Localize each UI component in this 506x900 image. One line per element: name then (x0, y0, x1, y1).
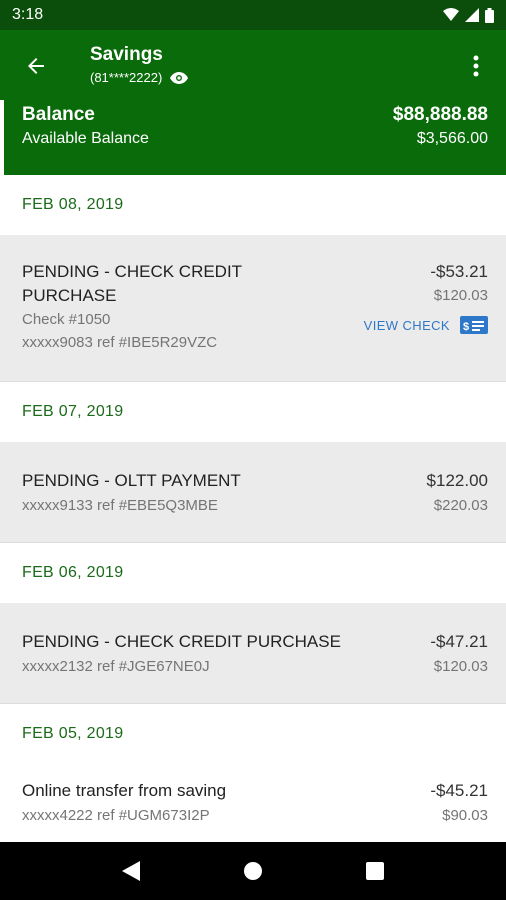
transaction-amount: -$47.21 (430, 632, 488, 651)
account-number-row: (81****2222) (90, 70, 189, 85)
back-button[interactable] (16, 46, 56, 86)
transaction-row[interactable]: PENDING - CHECK CREDIT PURCHASE xxxxx213… (0, 603, 506, 704)
check-image-icon: $ (460, 316, 488, 334)
status-bar: 3:18 (0, 0, 506, 30)
transaction-description: PENDING - CHECK CREDIT PURCHASE (22, 632, 341, 651)
view-check-label: VIEW CHECK (363, 317, 450, 333)
date-header: FEB 07, 2019 (0, 382, 506, 442)
transaction-reference: xxxxx9133 ref #EBE5Q3MBE (22, 497, 218, 514)
wifi-icon (443, 8, 459, 21)
title-block: Savings (81****2222) (90, 44, 189, 85)
transaction-reference: xxxxx2132 ref #JGE67NE0J (22, 658, 210, 675)
transaction-amounts: -$53.21 $120.03 VIEW CHECK $ (364, 260, 488, 334)
transaction-details: PENDING - CHECK CREDIT PURCHASE Check #1… (22, 260, 242, 353)
transaction-list[interactable]: FEB 08, 2019 PENDING - CHECK CREDIT PURC… (0, 175, 506, 842)
transaction-amount: -$45.21 (430, 781, 488, 800)
available-balance-row: Available Balance $3,566.00 (22, 130, 488, 148)
running-balance: $90.03 (442, 807, 488, 824)
transaction-row[interactable]: PENDING - CHECK CREDIT PURCHASE Check #1… (0, 235, 506, 382)
transaction-description: Online transfer from saving (22, 781, 227, 800)
running-balance: $120.03 (433, 658, 488, 675)
available-balance-label: Available Balance (22, 130, 149, 147)
signal-icon (465, 8, 479, 22)
transaction-description: PENDING - OLTT PAYMENT (22, 471, 241, 490)
transaction-reference: xxxxx4222 ref #UGM673I2P (22, 807, 210, 824)
more-options-button[interactable] (458, 48, 494, 84)
transaction-details: PENDING - CHECK CREDIT PURCHASE xxxxx213… (22, 630, 341, 677)
running-balance: $220.03 (433, 497, 488, 514)
more-vert-icon (473, 55, 479, 77)
transaction-details: Online transfer from saving xxxxx4222 re… (22, 779, 226, 826)
battery-icon (485, 7, 494, 23)
transaction-amount: -$53.21 (430, 262, 488, 281)
balance-panel: Balance $88,888.88 Available Balance $3,… (0, 100, 506, 175)
date-header: FEB 08, 2019 (0, 175, 506, 235)
transaction-amounts: $122.00 $220.03 (427, 469, 488, 516)
eye-icon (170, 71, 189, 84)
account-number: (81****2222) (90, 70, 163, 85)
nav-recents-button[interactable] (353, 849, 397, 893)
transaction-reference: xxxxx9083 ref #IBE5R29VZC (22, 334, 218, 351)
available-balance-value: $3,566.00 (416, 130, 488, 147)
balance-label: Balance (22, 104, 95, 125)
page-title: Savings (90, 44, 163, 65)
nav-back-button[interactable] (109, 849, 153, 893)
app-bar: Savings (81****2222) (0, 30, 506, 100)
view-check-button[interactable]: VIEW CHECK $ (364, 316, 488, 334)
transaction-row[interactable]: PENDING - OLTT PAYMENT xxxxx9133 ref #EB… (0, 442, 506, 543)
balance-row: Balance $88,888.88 (22, 104, 488, 126)
date-header: FEB 06, 2019 (0, 543, 506, 603)
running-balance: $120.03 (433, 287, 488, 304)
status-icons (443, 7, 494, 23)
back-arrow-icon (28, 58, 44, 74)
check-number: Check #1050 (22, 311, 111, 328)
system-navigation-bar (0, 842, 506, 900)
panel-edge (0, 100, 4, 175)
nav-home-button[interactable] (231, 849, 275, 893)
nav-home-icon (244, 862, 262, 880)
nav-back-icon (122, 861, 140, 881)
date-header: FEB 05, 2019 (0, 704, 506, 764)
balance-value: $88,888.88 (392, 104, 488, 125)
transaction-description-line2: PURCHASE (22, 286, 117, 305)
transaction-row[interactable]: Online transfer from saving xxxxx4222 re… (0, 764, 506, 842)
transaction-amounts: -$45.21 $90.03 (430, 779, 488, 826)
transaction-amounts: -$47.21 $120.03 (430, 630, 488, 677)
show-account-number-button[interactable] (170, 71, 189, 84)
svg-text:$: $ (463, 321, 470, 333)
transaction-description: PENDING - CHECK CREDIT (22, 262, 243, 281)
nav-recents-icon (366, 862, 384, 880)
transaction-amount: $122.00 (426, 471, 488, 490)
transaction-details: PENDING - OLTT PAYMENT xxxxx9133 ref #EB… (22, 469, 241, 516)
status-time: 3:18 (12, 6, 44, 23)
